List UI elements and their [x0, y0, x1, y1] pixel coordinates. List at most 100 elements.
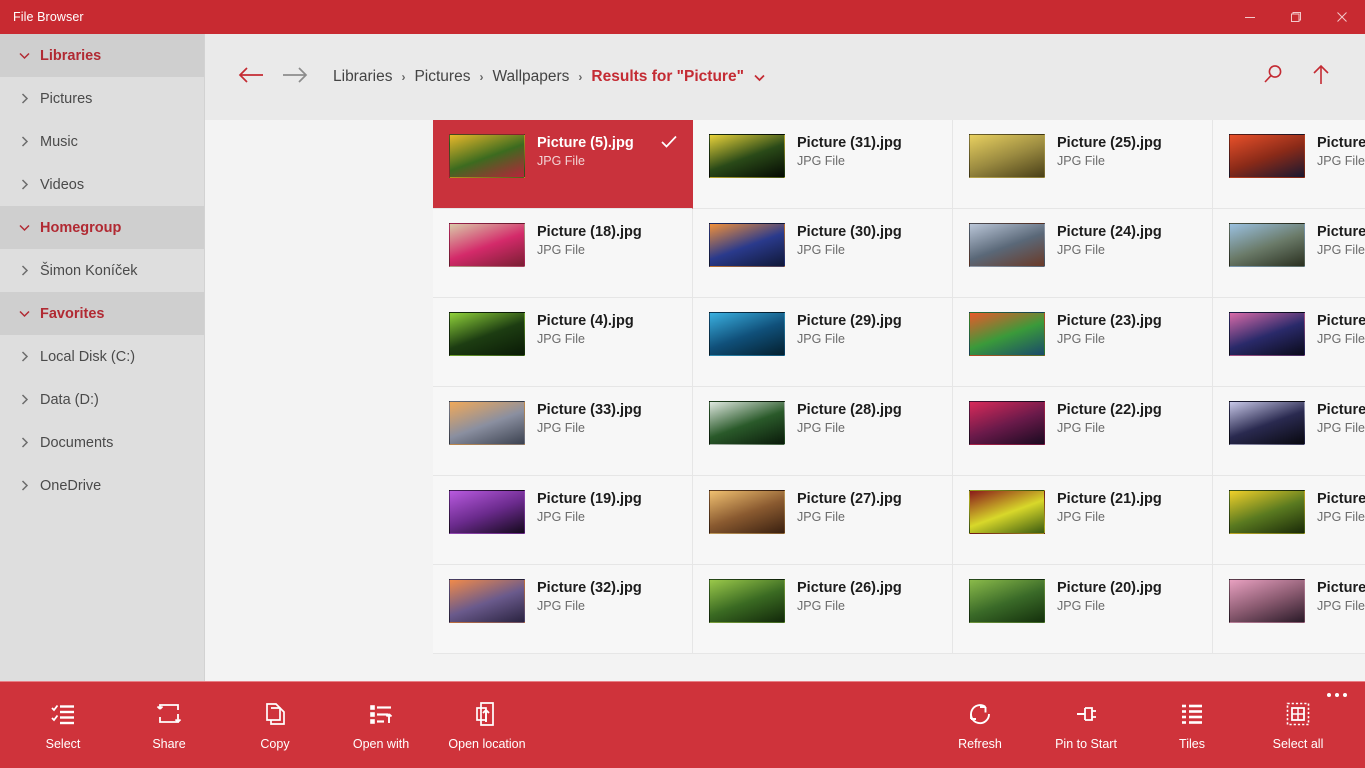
- file-name: Picture (21).jpg: [1057, 490, 1212, 508]
- file-tile-text: Picture (29).jpgJPG File: [797, 298, 952, 346]
- file-name: Picture (12).jpg: [1317, 579, 1365, 597]
- file-tile[interactable]: Picture (5).jpgJPG File: [433, 120, 693, 209]
- open-location-button[interactable]: Open location: [434, 690, 540, 762]
- sidebar-group-libraries[interactable]: Libraries: [0, 34, 204, 77]
- file-tile[interactable]: Picture (27).jpgJPG File: [693, 476, 953, 565]
- file-tile[interactable]: Picture (13).jpgJPG File: [1213, 476, 1365, 565]
- sidebar-group-favorites[interactable]: Favorites: [0, 292, 204, 335]
- file-type: JPG File: [537, 243, 692, 257]
- file-type: JPG File: [537, 332, 692, 346]
- tiles-button[interactable]: Tiles: [1139, 690, 1245, 762]
- copy-button[interactable]: Copy: [222, 690, 328, 762]
- sidebar-item-imon-kon-ek[interactable]: Šimon Koníček: [0, 249, 204, 292]
- file-tile[interactable]: Picture (32).jpgJPG File: [433, 565, 693, 654]
- file-tile-text: Picture (26).jpgJPG File: [797, 565, 952, 613]
- file-tile[interactable]: Picture (4).jpgJPG File: [433, 298, 693, 387]
- file-tile[interactable]: Picture (17).jpgJPG File: [1213, 120, 1365, 209]
- up-button[interactable]: [1297, 53, 1345, 101]
- file-thumbnail: [709, 401, 785, 445]
- sidebar-item-onedrive[interactable]: OneDrive: [0, 464, 204, 507]
- forward-button[interactable]: [273, 55, 317, 99]
- file-tile[interactable]: Picture (30).jpgJPG File: [693, 209, 953, 298]
- sidebar-item-local-disk-c[interactable]: Local Disk (C:): [0, 335, 204, 378]
- breadcrumb-item-pictures[interactable]: Pictures: [414, 68, 470, 86]
- file-tile[interactable]: Picture (19).jpgJPG File: [433, 476, 693, 565]
- back-button[interactable]: [229, 55, 273, 99]
- app-bar-label: Share: [152, 737, 185, 751]
- file-tile[interactable]: Picture (12).jpgJPG File: [1213, 565, 1365, 654]
- file-tile[interactable]: Picture (22).jpgJPG File: [953, 387, 1213, 476]
- chevron-right-icon: [18, 178, 36, 191]
- open-with-icon: [367, 700, 395, 733]
- breadcrumb-item-wallpapers[interactable]: Wallpapers: [492, 68, 569, 86]
- file-type: JPG File: [1057, 154, 1212, 168]
- file-tile[interactable]: Picture (31).jpgJPG File: [693, 120, 953, 209]
- breadcrumb-chevron-down-icon[interactable]: [753, 71, 766, 84]
- restore-button[interactable]: [1273, 0, 1319, 34]
- file-tile[interactable]: Picture (14).jpgJPG File: [1213, 387, 1365, 476]
- file-type: JPG File: [537, 599, 692, 613]
- app-bar-icon: [155, 701, 183, 731]
- file-type: JPG File: [1057, 510, 1212, 524]
- file-tile[interactable]: Picture (29).jpgJPG File: [693, 298, 953, 387]
- app-bar-label: Open with: [353, 737, 409, 751]
- file-type: JPG File: [1317, 421, 1365, 435]
- app-bar-icon: [1072, 701, 1100, 731]
- chevron-down-icon: [18, 221, 36, 234]
- breadcrumb-item-libraries[interactable]: Libraries: [333, 68, 392, 86]
- app-bar-label: Copy: [260, 737, 289, 751]
- select-button[interactable]: Select: [10, 690, 116, 762]
- chevron-down-icon: [18, 307, 36, 320]
- sidebar-item-documents[interactable]: Documents: [0, 421, 204, 464]
- refresh-button[interactable]: Refresh: [927, 690, 1033, 762]
- file-tile[interactable]: Picture (23).jpgJPG File: [953, 298, 1213, 387]
- file-tile[interactable]: Picture (28).jpgJPG File: [693, 387, 953, 476]
- file-tile[interactable]: Picture (21).jpg JPG File: [953, 476, 1213, 565]
- file-thumbnail: [969, 134, 1045, 178]
- file-thumbnail: [709, 134, 785, 178]
- file-tile[interactable]: Picture (20).jpgJPG File: [953, 565, 1213, 654]
- file-tile[interactable]: Picture (16).jpgJPG File: [1213, 209, 1365, 298]
- open-with-button[interactable]: Open with: [328, 690, 434, 762]
- tiles-icon: [1178, 700, 1206, 733]
- navigation-sidebar: LibrariesPicturesMusicVideosHomegroupŠim…: [0, 34, 205, 681]
- file-type: JPG File: [797, 332, 952, 346]
- sidebar-item-data-d[interactable]: Data (D:): [0, 378, 204, 421]
- sidebar-item-pictures[interactable]: Pictures: [0, 77, 204, 120]
- pin-to-start-button[interactable]: Pin to Start: [1033, 690, 1139, 762]
- chevron-right-icon: [18, 436, 36, 449]
- breadcrumb-item-results-for-picture[interactable]: Results for "Picture": [591, 68, 744, 86]
- file-tile[interactable]: Picture (24).jpgJPG File: [953, 209, 1213, 298]
- breadcrumb-separator-icon: ›: [401, 70, 405, 84]
- file-thumbnail: [969, 312, 1045, 356]
- title-bar: File Browser: [0, 0, 1365, 34]
- file-tile[interactable]: Picture (15).jpgJPG File: [1213, 298, 1365, 387]
- file-tile-text: Picture (32).jpgJPG File: [537, 565, 692, 613]
- app-bar-icon: [261, 701, 289, 731]
- search-button[interactable]: [1249, 53, 1297, 101]
- file-thumbnail: [1229, 223, 1305, 267]
- sidebar-item-music[interactable]: Music: [0, 120, 204, 163]
- sidebar-item-label: Data (D:): [40, 392, 99, 408]
- file-list-region: Picture (5).jpgJPG FilePicture (31).jpgJ…: [205, 120, 1365, 681]
- app-bar-primary-commands: Select Share Copy Open with Open location: [10, 690, 540, 762]
- close-button[interactable]: [1319, 0, 1365, 34]
- file-name: Picture (17).jpg: [1317, 134, 1365, 152]
- chevron-down-icon: [18, 49, 36, 62]
- file-tile-text: Picture (18).jpgJPG File: [537, 209, 692, 257]
- select-all-button[interactable]: Select all: [1245, 690, 1351, 762]
- file-tile-text: Picture (21).jpg JPG File: [1057, 476, 1212, 524]
- sidebar-group-homegroup[interactable]: Homegroup: [0, 206, 204, 249]
- file-tile[interactable]: Picture (25).jpgJPG File: [953, 120, 1213, 209]
- window-body: LibrariesPicturesMusicVideosHomegroupŠim…: [0, 34, 1365, 681]
- file-tile[interactable]: Picture (18).jpgJPG File: [433, 209, 693, 298]
- sidebar-item-videos[interactable]: Videos: [0, 163, 204, 206]
- file-tile[interactable]: Picture (33).jpgJPG File: [433, 387, 693, 476]
- chevron-right-icon: [18, 350, 36, 363]
- minimize-icon: [1244, 11, 1256, 23]
- share-button[interactable]: Share: [116, 690, 222, 762]
- file-tile[interactable]: Picture (26).jpgJPG File: [693, 565, 953, 654]
- file-name: Picture (13).jpg: [1317, 490, 1365, 508]
- more-icon[interactable]: [1327, 693, 1347, 697]
- minimize-button[interactable]: [1227, 0, 1273, 34]
